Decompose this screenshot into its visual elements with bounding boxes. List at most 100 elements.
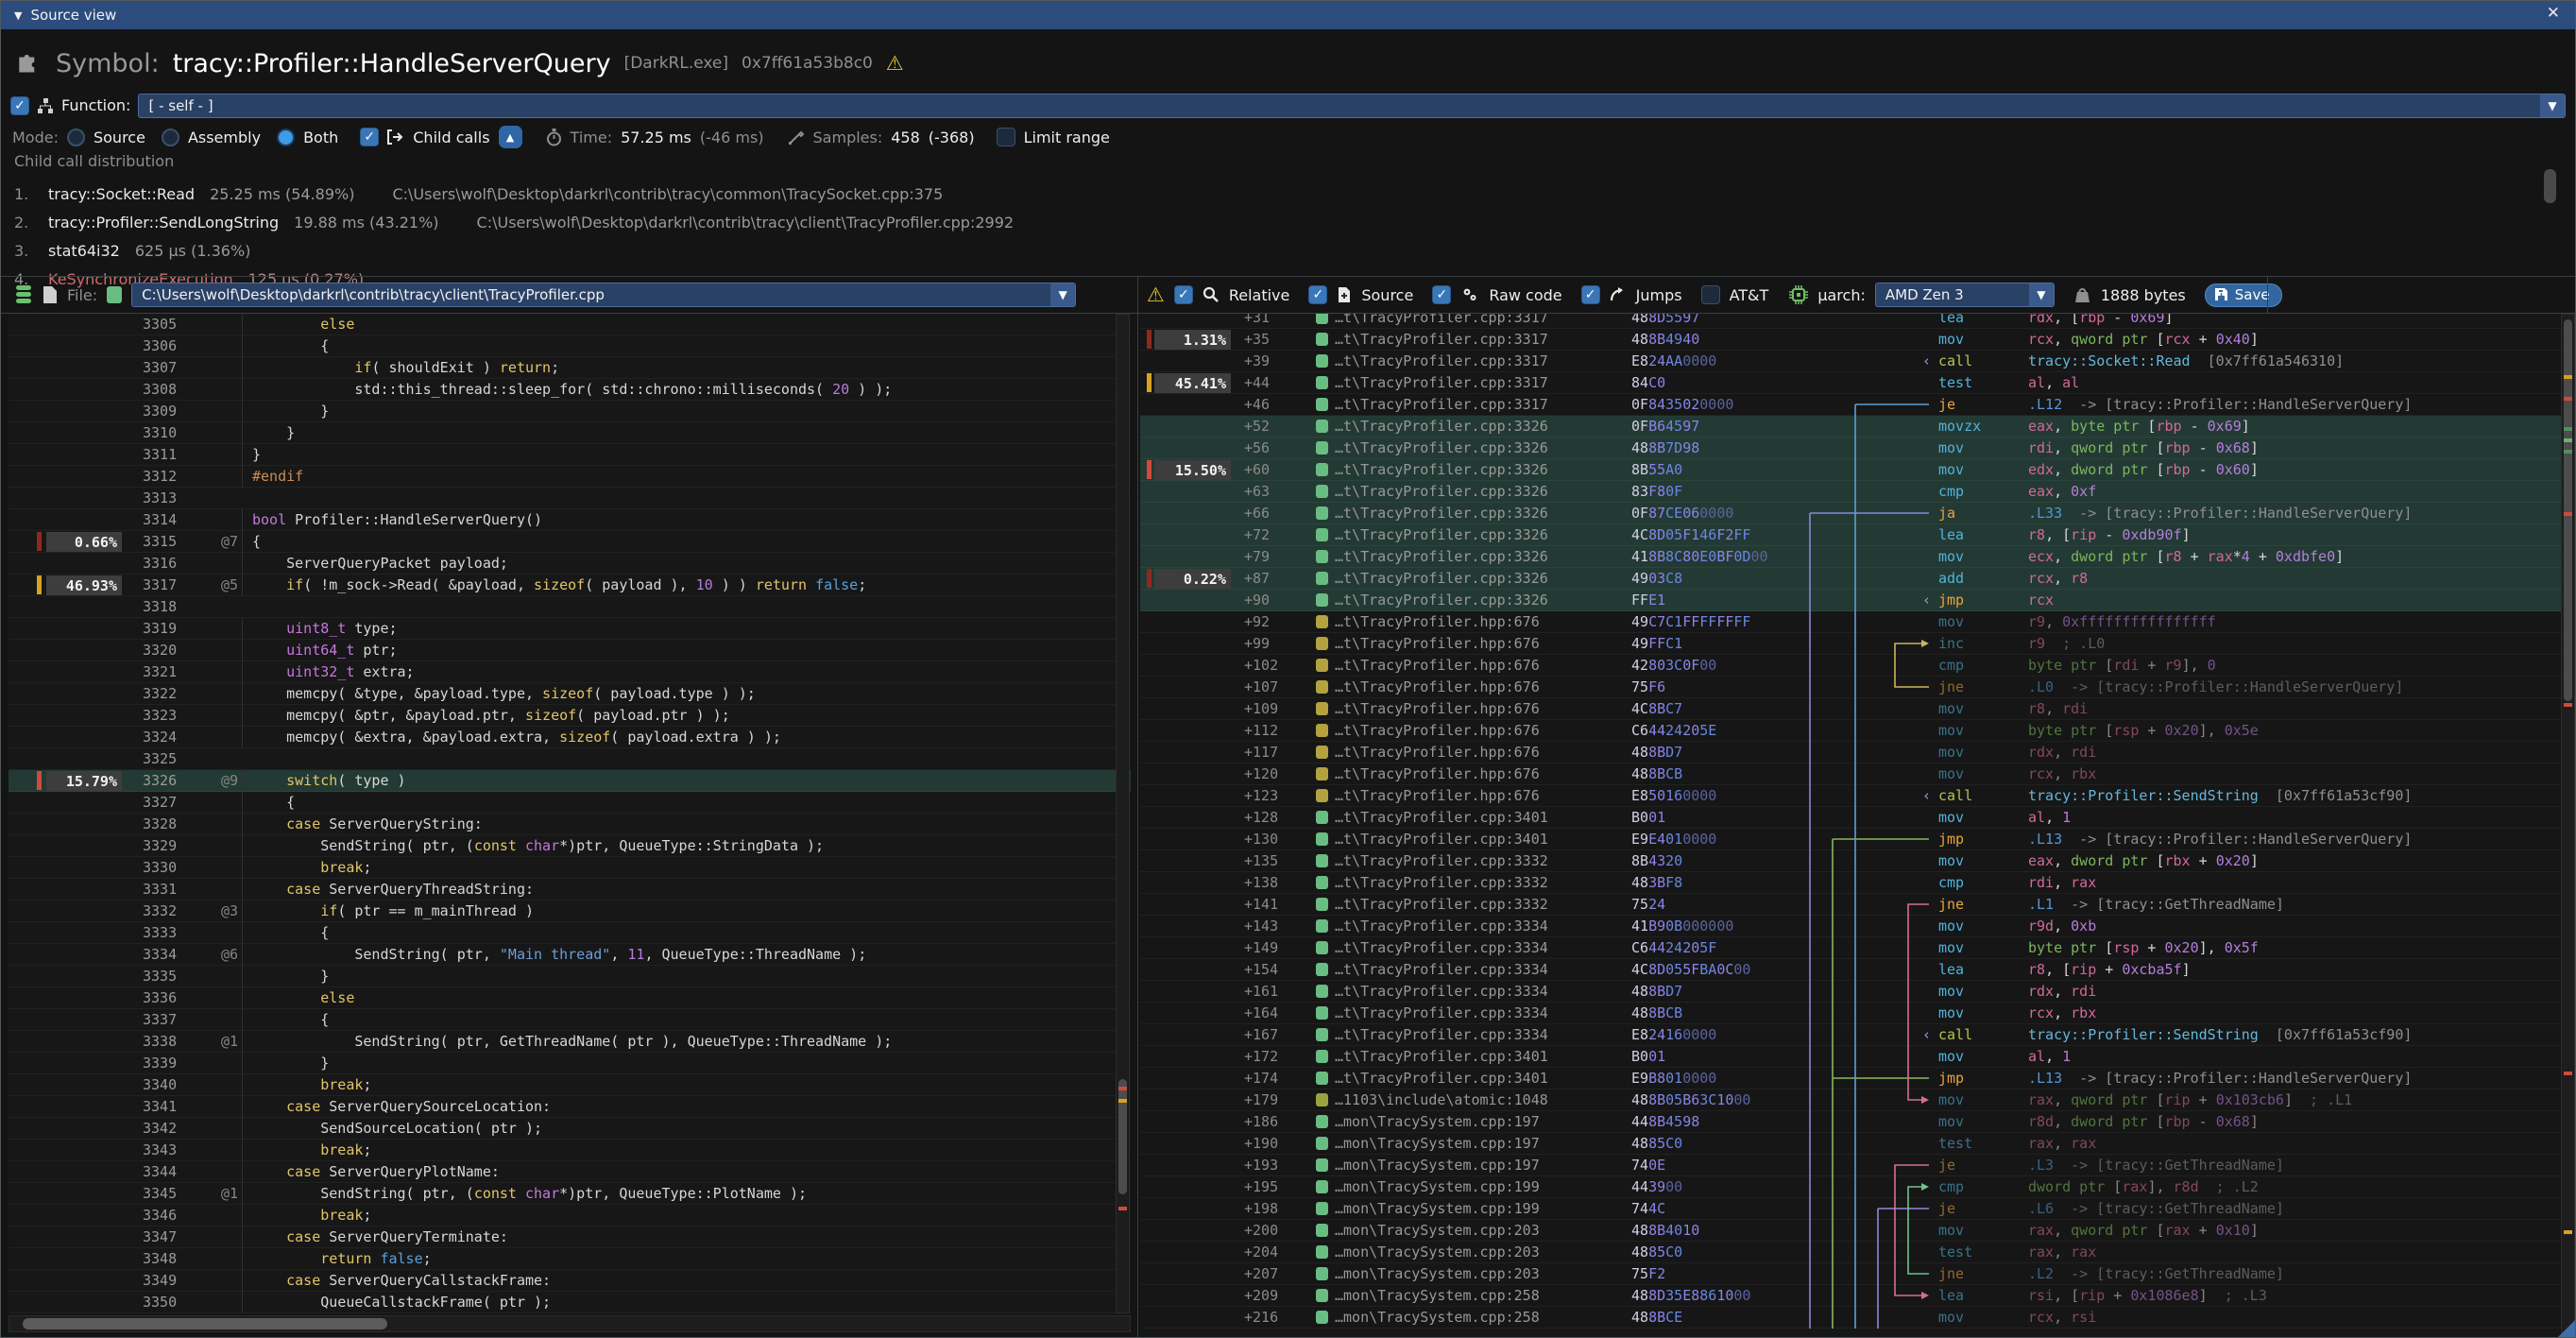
source-line-row[interactable]: 3336 else (9, 987, 1131, 1009)
source-line-row[interactable]: 3306 { (9, 335, 1131, 357)
asm-mnemonic[interactable]: mov (1938, 1046, 2022, 1068)
asm-source-location[interactable]: …t\TracyProfiler.cpp:3326 (1335, 416, 1618, 437)
asm-source-location[interactable]: …t\TracyProfiler.cpp:3401 (1335, 807, 1618, 829)
line-number[interactable]: 3333 (143, 922, 177, 944)
asm-source-location[interactable]: …t\TracyProfiler.cpp:3401 (1335, 1068, 1618, 1089)
asm-mnemonic[interactable]: movzx (1938, 416, 2022, 437)
source-line-row[interactable]: 3324 memcpy( &extra, &payload.extra, siz… (9, 727, 1131, 748)
line-number[interactable]: 3312 (143, 466, 177, 488)
asm-source-location[interactable]: …t\TracyProfiler.cpp:3326 (1335, 568, 1618, 590)
line-number[interactable]: 3339 (143, 1053, 177, 1074)
asm-mnemonic[interactable]: mov (1938, 916, 2022, 937)
chevron-down-icon[interactable]: ▼ (2540, 94, 2565, 117)
source-line-row[interactable]: 3332@3 if( ptr == m_mainThread ) (9, 901, 1131, 922)
line-number[interactable]: 3307 (143, 357, 177, 379)
pane-divider[interactable] (1137, 277, 1138, 1337)
asm-mnemonic[interactable]: je (1938, 394, 2022, 416)
source-line-row[interactable]: 3340 break; (9, 1074, 1131, 1096)
line-number[interactable]: 3327 (143, 792, 177, 814)
asm-mnemonic[interactable]: mov (1938, 1307, 2022, 1329)
line-number[interactable]: 3332 (143, 901, 177, 922)
line-number[interactable]: 3310 (143, 422, 177, 444)
asm-source-location[interactable]: …mon\TracySystem.cpp:203 (1335, 1242, 1618, 1263)
line-number[interactable]: 3344 (143, 1161, 177, 1183)
asm-source-location[interactable]: …t\TracyProfiler.cpp:3332 (1335, 850, 1618, 872)
line-number[interactable]: 3314 (143, 509, 177, 531)
source-scrollbar[interactable] (1116, 314, 1130, 1313)
asm-source-location[interactable]: …t\TracyProfiler.hpp:676 (1335, 742, 1618, 763)
asm-source-location[interactable]: …mon\TracySystem.cpp:258 (1335, 1307, 1618, 1329)
source-line-row[interactable]: 3350 QueueCallstackFrame( ptr ); (9, 1292, 1131, 1313)
asm-source-location[interactable]: …mon\TracySystem.cpp:203 (1335, 1220, 1618, 1242)
database-icon[interactable] (14, 284, 33, 305)
asm-source-location[interactable]: …mon\TracySystem.cpp:199 (1335, 1198, 1618, 1220)
asm-source-location[interactable]: …t\TracyProfiler.hpp:676 (1335, 763, 1618, 785)
asm-source-location[interactable]: …t\TracyProfiler.hpp:676 (1335, 611, 1618, 633)
line-number[interactable]: 3337 (143, 1009, 177, 1031)
asm-mnemonic[interactable]: ja (1938, 503, 2022, 524)
source-line-row[interactable]: 3309 } (9, 401, 1131, 422)
asm-mnemonic[interactable]: mov (1938, 981, 2022, 1003)
asm-source-location[interactable]: …t\TracyProfiler.cpp:3332 (1335, 894, 1618, 916)
asm-source-location[interactable]: …t\TracyProfiler.hpp:676 (1335, 785, 1618, 807)
asm-source-location[interactable]: …t\TracyProfiler.cpp:3401 (1335, 829, 1618, 850)
jumps-checkbox[interactable]: ✓ (1581, 285, 1600, 304)
line-number[interactable]: 3350 (143, 1292, 177, 1313)
chevron-down-icon[interactable]: ▼ (2029, 283, 2054, 306)
source-line-row[interactable]: 3343 break; (9, 1140, 1131, 1161)
asm-mnemonic[interactable]: mov (1938, 937, 2022, 959)
line-number[interactable]: 3338 (143, 1031, 177, 1053)
source-line-row[interactable]: 3313 (9, 488, 1131, 509)
asm-mnemonic[interactable]: je (1938, 1155, 2022, 1176)
child-call-row[interactable]: 2.tracy::Profiler::SendLongString19.88 m… (14, 208, 1014, 236)
assembly-scrollbar[interactable] (2561, 314, 2575, 1338)
asm-source-location[interactable]: …t\TracyProfiler.hpp:676 (1335, 698, 1618, 720)
function-checkbox[interactable]: ✓ (10, 96, 29, 115)
asm-source-location[interactable]: …t\TracyProfiler.cpp:3317 (1335, 314, 1618, 329)
line-number[interactable]: 3323 (143, 705, 177, 727)
asm-mnemonic[interactable]: mov (1938, 459, 2022, 481)
source-line-row[interactable]: 3330 break; (9, 857, 1131, 879)
source-line-row[interactable]: 3346 break; (9, 1205, 1131, 1226)
source-line-row[interactable]: 3327 { (9, 792, 1131, 814)
asm-mnemonic[interactable]: lea (1938, 959, 2022, 981)
line-number[interactable]: 3306 (143, 335, 177, 357)
source-line-row[interactable]: 3308 std::this_thread::sleep_for( std::c… (9, 379, 1131, 401)
line-number[interactable]: 3309 (143, 401, 177, 422)
asm-mnemonic[interactable]: mov (1938, 698, 2022, 720)
source-line-row[interactable]: 3325 (9, 748, 1131, 770)
line-number[interactable]: 3308 (143, 379, 177, 401)
resize-grip[interactable] (2558, 1320, 2575, 1337)
source-line-row[interactable]: 15.79%3326@9 switch( type ) (9, 770, 1131, 792)
asm-source-location[interactable]: …t\TracyProfiler.cpp:3317 (1335, 351, 1618, 372)
source-line-row[interactable]: 0.66%3315@7{ (9, 531, 1131, 553)
source-line-row[interactable]: 3322 memcpy( &type, &payload.type, sizeo… (9, 683, 1131, 705)
asm-source-location[interactable]: …t\TracyProfiler.cpp:3334 (1335, 959, 1618, 981)
asm-source-location[interactable]: …t\TracyProfiler.cpp:3326 (1335, 524, 1618, 546)
att-label[interactable]: AT&T (1730, 286, 1769, 304)
asm-source-location[interactable]: …mon\TracySystem.cpp:258 (1335, 1285, 1618, 1307)
radio-source[interactable] (67, 129, 85, 146)
asm-source-location[interactable]: …t\TracyProfiler.cpp:3317 (1335, 394, 1618, 416)
source-line-row[interactable]: 3347 case ServerQueryTerminate: (9, 1226, 1131, 1248)
asm-source-location[interactable]: …t\TracyProfiler.cpp:3326 (1335, 546, 1618, 568)
source-line-row[interactable]: 3311} (9, 444, 1131, 466)
jumps-label[interactable]: Jumps (1636, 286, 1682, 304)
asm-mnemonic[interactable]: cmp (1938, 655, 2022, 677)
asm-mnemonic[interactable]: inc (1938, 633, 2022, 655)
title-bar[interactable]: ▼ Source view (1, 1, 2575, 29)
collapse-triangle-icon[interactable]: ▼ (14, 9, 22, 22)
asm-source-location[interactable]: …t\TracyProfiler.cpp:3326 (1335, 459, 1618, 481)
raw-code-label[interactable]: Raw code (1489, 286, 1561, 304)
save-button[interactable]: Save (2205, 283, 2282, 307)
line-number[interactable]: 3317 (143, 575, 177, 596)
line-number[interactable]: 3324 (143, 727, 177, 748)
line-number[interactable]: 3342 (143, 1118, 177, 1140)
source-line-row[interactable]: 3307 if( shouldExit ) return; (9, 357, 1131, 379)
asm-source-location[interactable]: …t\TracyProfiler.cpp:3326 (1335, 437, 1618, 459)
asm-mnemonic[interactable]: jmp (1938, 590, 2022, 611)
source-line-row[interactable]: 3345@1 SendString( ptr, (const char*)ptr… (9, 1183, 1131, 1205)
source-hscrollbar[interactable] (9, 1315, 1131, 1332)
asm-mnemonic[interactable]: mov (1938, 1220, 2022, 1242)
source-line-row[interactable]: 3331 case ServerQueryThreadString: (9, 879, 1131, 901)
